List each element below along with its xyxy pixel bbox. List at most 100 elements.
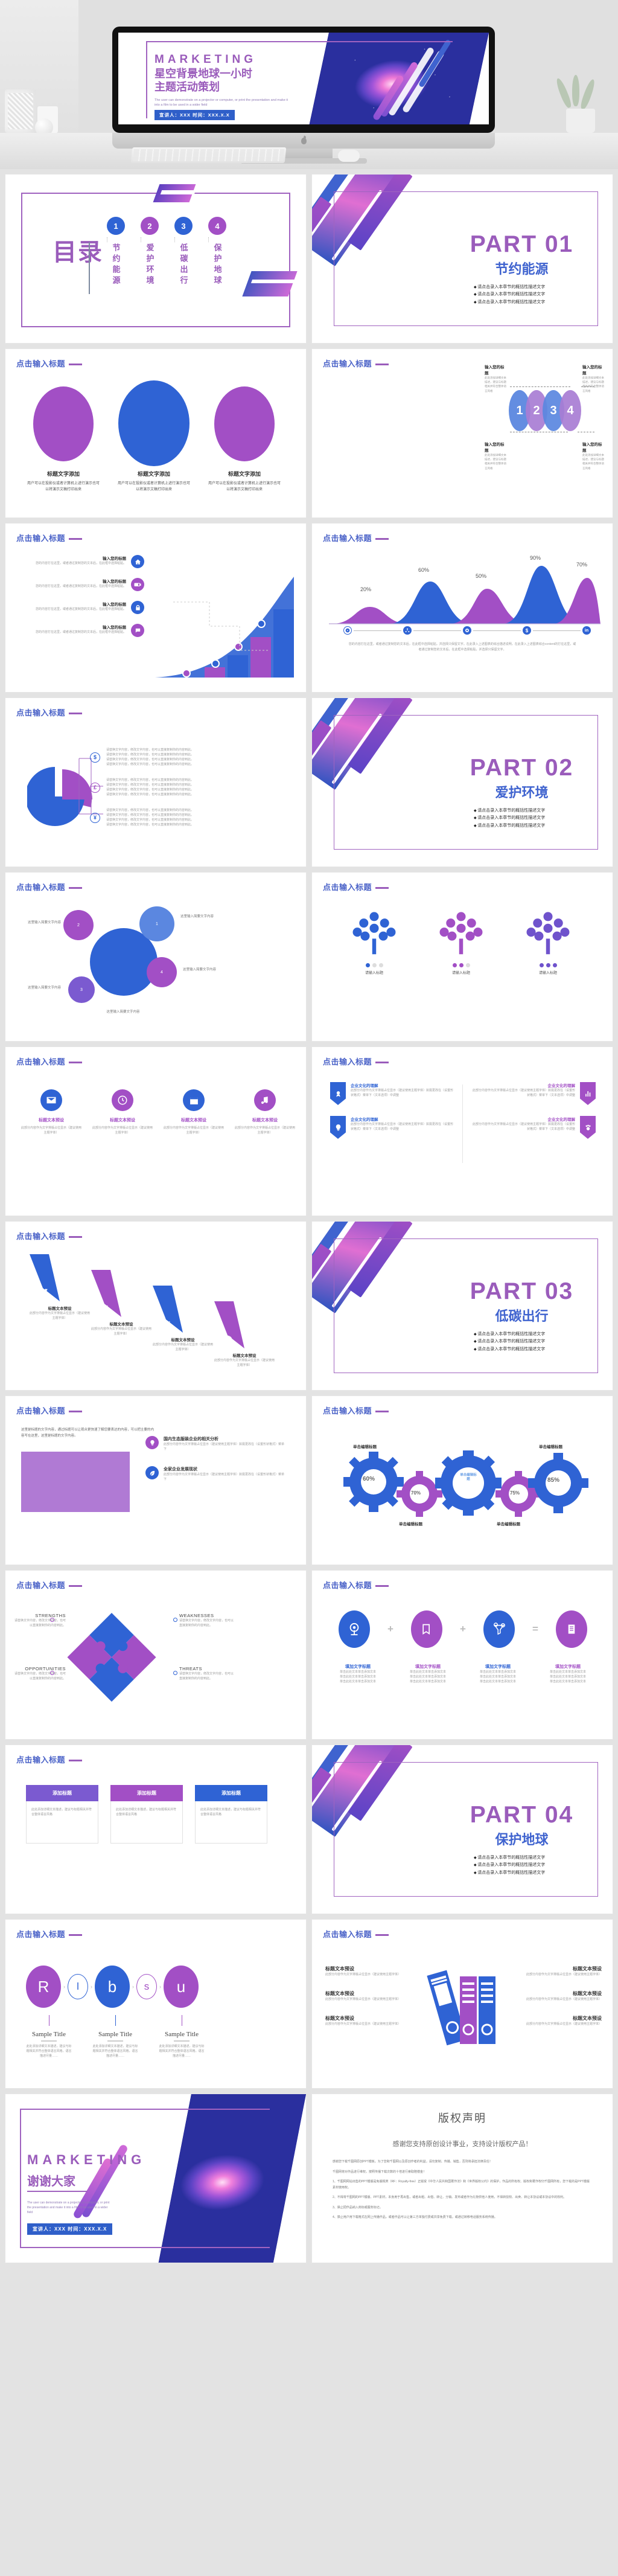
letter-badge[interactable]: l (68, 1974, 88, 1999)
bubble-label: 这里输入简要文字内容 (106, 1010, 140, 1014)
pin-icon (339, 1610, 370, 1648)
stairs-chart (155, 577, 294, 678)
slide-trees[interactable]: 点击输入标题 请输入标题 请输入标题 请输入标题 (311, 872, 613, 1042)
card[interactable]: 添加标题 此处添加详细文本描述，建议与标题相关并符合整体语言风格 (110, 1785, 183, 1844)
toc-item[interactable]: 3 低碳出行 (174, 217, 193, 287)
tree-item[interactable]: 请输入标题 (348, 909, 400, 975)
binder-item[interactable]: 标题文本预设 此部分内容作为文字排版占位显示（建议使用主题字体） (325, 1966, 416, 1977)
letter-badge[interactable]: s (136, 1974, 157, 1999)
imac-frame: MARKETING 星空背景地球一小时 主题活动策划 The user can … (112, 27, 495, 133)
card[interactable]: 添加标题 此处添加详细文本描述，建议与标题相关并符合整体语言风格 (195, 1785, 267, 1844)
oval-number[interactable]: 4 (559, 390, 581, 431)
slide-toc[interactable]: 目录 1 节约能源 2 爱护环境 3 低碳出行 4 保护地球 (5, 174, 307, 344)
slide-area-chart[interactable]: 点击输入标题 20% 60% 50% 90% 70% $ in 您的内容打在这里… (311, 523, 613, 693)
shield-item[interactable]: 企业文化的理解 此部分内容作为文字排版占位显示（建议使用主题字体）如需更改在（设置… (330, 1082, 454, 1105)
twitter-icon (30, 1254, 60, 1301)
binder-item[interactable]: 标题文本预设 此部分内容作为文字排版占位显示（建议使用主题字体） (325, 1990, 416, 2002)
ribsu-caption: Sample Title 此处添加详细文本描述，建议与标题相关并符合整体语言风格… (92, 2015, 138, 2059)
shield-item[interactable]: 企业文化的理解 此部分内容作为文字排版占位显示（建议使用主题字体）如需更改在（设置… (472, 1116, 596, 1139)
toc-item-label: 爱护环境 (145, 243, 154, 287)
slide-textblock[interactable]: 点击输入标题 这里是标题的文字内容，通过标题可以让观众更快速了解您要表达的内容，… (5, 1395, 307, 1565)
toc-items: 1 节约能源 2 爱护环境 3 低碳出行 4 保护地球 (107, 217, 226, 287)
slide-part-03[interactable]: PART 03 低碳出行 请点击录入本章节的概括性描述文字请点击录入本章节的概括… (311, 1221, 613, 1391)
stairs-item[interactable]: 输入您的标题 您的内容打在这里，或者通过复制您的文本后，在此框中选择粘贴。 (36, 578, 144, 591)
toc-item-number: 3 (174, 217, 193, 235)
slide-row: 点击输入标题 输入您的标题 您的内容打在这里，或者通过复制您的文本后，在此框中选… (5, 523, 613, 693)
slide-bubbles[interactable]: 点击输入标题 2 1 4 3 这里输入简要文字内容 这里输入简要文字内容 这里输… (5, 872, 307, 1042)
swot-item[interactable]: THREATS 请替换文字内容，修改文字内容，也可以直接复制你的内容到此。 (179, 1666, 235, 1681)
slide-equation[interactable]: 点击输入标题 + + = 填加文字标题 单击此处文本单击添加文本 单击此处文本单… (311, 1570, 613, 1740)
slide-binders[interactable]: 点击输入标题 标题文本预设 此部分内容作为文字排版占位显示（建议使用主题字体） … (311, 1919, 613, 2089)
gear-values: 60% 70% 单击编辑标题 75% 85% 单击编辑标题 单击编辑标题 单击编… (353, 1445, 562, 1527)
letter-badge[interactable]: b (95, 1966, 130, 2008)
swot-item[interactable]: OPPORTUNITIES 请替换文字内容，修改文字内容，也可以直接复制你的内容… (14, 1666, 66, 1681)
textblock-item[interactable]: 国内生态服装企业的相关分析 此部分内容作为文字排版占位显示（建议使用主题字体）如需… (145, 1436, 284, 1452)
equation-item[interactable] (544, 1610, 599, 1648)
slide-part-02[interactable]: PART 02 爱护环境 请点击录入本章节的概括性描述文字请点击录入本章节的概括… (311, 697, 613, 867)
letter-badge[interactable]: R (26, 1966, 61, 2008)
toc-item[interactable]: 4 保护地球 (208, 217, 226, 287)
icon-card[interactable]: 标题文本预设 此部分内容作为文字排版占位显示（建议使用主题字体） (20, 1089, 83, 1135)
card[interactable]: 添加标题 此处添加详细文本描述，建议与标题相关并符合整体语言风格 (26, 1785, 98, 1844)
equation-operator: + (387, 1623, 393, 1635)
slide-cards3[interactable]: 点击输入标题 添加标题 此处添加详细文本描述，建议与标题相关并符合整体语言风格 … (5, 1745, 307, 1914)
circle-title: 标题文字添加 (228, 471, 261, 477)
equation-item[interactable] (327, 1610, 382, 1648)
callout: 输入您的标题 此处添加详细文本描述，建议与标题相关并符合整体语言风格 (582, 443, 604, 470)
icon-card[interactable]: 标题文本预设 此部分内容作为文字排版占位显示（建议使用主题字体） (162, 1089, 225, 1135)
swot-item[interactable]: WEAKNESSES 请替换文字内容，修改文字内容，也可以直接复制你的内容到此。 (179, 1613, 235, 1628)
binder-item[interactable]: 标题文本预设 此部分内容作为文字排版占位显示（建议使用主题字体） (325, 2015, 416, 2027)
circle-item[interactable]: 标题文字添加 用户可以在投影仪或者计算机上进行演示也可以将演示文稿打印出来 (207, 386, 282, 493)
card-body: 此处添加详细文本描述，建议与标题相关并符合整体语言风格 (116, 1808, 177, 1816)
slide-shields[interactable]: 点击输入标题 企业文化的理解 此部分内容作为文字排版占位显示（建议使用主题字体）如… (311, 1046, 613, 1216)
slide-part-04[interactable]: PART 04 保护地球 请点击录入本章节的概括性描述文字请点击录入本章节的概括… (311, 1745, 613, 1914)
slide-gears[interactable]: 点击输入标题 60% 70% 单击编辑标题 75% 85% 单击编辑标题 单击编… (311, 1395, 613, 1565)
slide-swot[interactable]: 点击输入标题 STRENGTHS 请替换文字内容，修改文字内容，也可以直接复制你… (5, 1570, 307, 1740)
slide-four-icons[interactable]: 点击输入标题 标题文本预设 此部分内容作为文字排版占位显示（建议使用主题字体） … (5, 1046, 307, 1216)
binder-item[interactable]: 标题文本预设 此部分内容作为文字排版占位显示（建议使用主题字体） (511, 1966, 602, 1977)
arrow-item[interactable]: 标题文本预设 此部分内容作为文字排版占位显示（建议使用主题字体） (214, 1301, 275, 1368)
stairs-item[interactable]: 输入您的标题 您的内容打在这里，或者通过复制您的文本后，在此框中选择粘贴。 (36, 624, 144, 637)
arrow-item[interactable]: 标题文本预设 此部分内容作为文字排版占位显示（建议使用主题字体） (153, 1286, 213, 1368)
pie-legend-row[interactable]: ¥ 请替换文字内容，修改文字内容，也可以直接复制你的内容到此。 请替换文字内容，修… (90, 808, 221, 827)
pie-legend-row[interactable]: $ 请替换文字内容，修改文字内容，也可以直接复制你的内容到此。 请替换文字内容，修… (90, 748, 221, 767)
slide-title: 点击输入标题 (16, 1056, 83, 1067)
textblock-item[interactable]: 全家企业发展现状 此部分内容作为文字排版占位显示（建议使用主题字体）如需更改在（设… (145, 1466, 284, 1482)
slide-ribsu[interactable]: 点击输入标题 R › l › b › s › u Sample Title 此处… (5, 1919, 307, 2089)
bubble-label: 这里输入简要文字内容 (27, 921, 61, 924)
part-text: PART 03 低碳出行 请点击录入本章节的概括性描述文字请点击录入本章节的概括… (439, 1280, 605, 1353)
copyright-subheading: 感谢您支持原创设计事业，支持设计版权产品！ (392, 2141, 532, 2148)
tree-item[interactable]: 请输入标题 (435, 909, 487, 975)
letter-badge[interactable]: u (164, 1966, 199, 2008)
equation-item[interactable] (471, 1610, 527, 1648)
shield-item[interactable]: 企业文化的理解 此部分内容作为文字排版占位显示（建议使用主题字体）如需更改在（设置… (472, 1082, 596, 1105)
slide-arrows[interactable]: 点击输入标题 标题文本预设 此部分内容作为文字排版占位显示（建议使用主题字体） … (5, 1221, 307, 1391)
battery-icon (131, 578, 144, 591)
tree-item[interactable]: 请输入标题 (522, 909, 574, 975)
icon-card[interactable]: 标题文本预设 此部分内容作为文字排版占位显示（建议使用主题字体） (91, 1089, 154, 1135)
arrow-item[interactable]: 标题文本预设 此部分内容作为文字排版占位显示（建议使用主题字体） (30, 1254, 90, 1368)
slide-part-01[interactable]: PART 01 节约能源 请点击录入本章节的概括性描述文字 请点击录入本章节的概… (311, 174, 613, 344)
slide-stairs[interactable]: 点击输入标题 输入您的标题 您的内容打在这里，或者通过复制您的文本后，在此框中选… (5, 523, 307, 693)
pie-legend-row[interactable]: £ 请替换文字内容，修改文字内容，也可以直接复制你的内容到此。 请替换文字内容，修… (90, 778, 221, 797)
binder-item[interactable]: 标题文本预设 此部分内容作为文字排版占位显示（建议使用主题字体） (511, 1990, 602, 2002)
slide-pie[interactable]: 点击输入标题 $ 请替换文字内容，修改文字内容，也可以直接复制你的内容到此。 请替… (5, 697, 307, 867)
slide-copyright[interactable]: 版权声明 感谢您支持原创设计事业，支持设计版权产品！ 感谢您下载千图网原创PPT… (311, 2094, 613, 2263)
stairs-item[interactable]: 输入您的标题 您的内容打在这里，或者通过复制您的文本后，在此框中选择粘贴。 (36, 601, 144, 614)
circle-item[interactable]: 标题文字添加 用户可以在投影仪或者计算机上进行演示也可以将演示文稿打印出来 (26, 386, 101, 493)
binder-item[interactable]: 标题文本预设 此部分内容作为文字排版占位显示（建议使用主题字体） (511, 2015, 602, 2027)
toc-item[interactable]: 1 节约能源 (107, 217, 125, 287)
cover-title-line2: 主题活动策划 (154, 80, 220, 93)
stairs-item[interactable]: 输入您的标题 您的内容打在这里，或者通过复制您的文本后，在此框中选择粘贴。 (36, 555, 144, 568)
shield-item[interactable]: 企业文化的理解 此部分内容作为文字排版占位显示（建议使用主题字体）如需更改在（设置… (330, 1116, 454, 1139)
circle-item[interactable]: 标题文字添加 用户可以在投影仪或者计算机上进行演示也可以将演示文稿打印出来 (116, 380, 191, 493)
equation-item[interactable] (399, 1610, 454, 1648)
slide-three-circles[interactable]: 点击输入标题 标题文字添加 用户可以在投影仪或者计算机上进行演示也可以将演示文稿… (5, 348, 307, 518)
slide-numbered-ovals[interactable]: 点击输入标题 输入您的标题 此处添加详细文本描述，建议与标题相关并符合整体语言风… (311, 348, 613, 518)
toc-item[interactable]: 2 爱护环境 (141, 217, 159, 287)
icon-card[interactable]: 标题文本预设 此部分内容作为文字排版占位显示（建议使用主题字体） (234, 1089, 296, 1135)
arrow-item[interactable]: 标题文本预设 此部分内容作为文字排版占位显示（建议使用主题字体） (91, 1270, 151, 1368)
circle-body: 用户可以在投影仪或者计算机上进行演示也可以将演示文稿打印出来 (27, 482, 100, 492)
swot-item[interactable]: STRENGTHS 请替换文字内容，修改文字内容，也可以直接复制你的内容到此。 (14, 1613, 66, 1628)
slide-thanks[interactable]: MARKETING 谢谢大家 The user can demonstrate … (5, 2094, 307, 2263)
